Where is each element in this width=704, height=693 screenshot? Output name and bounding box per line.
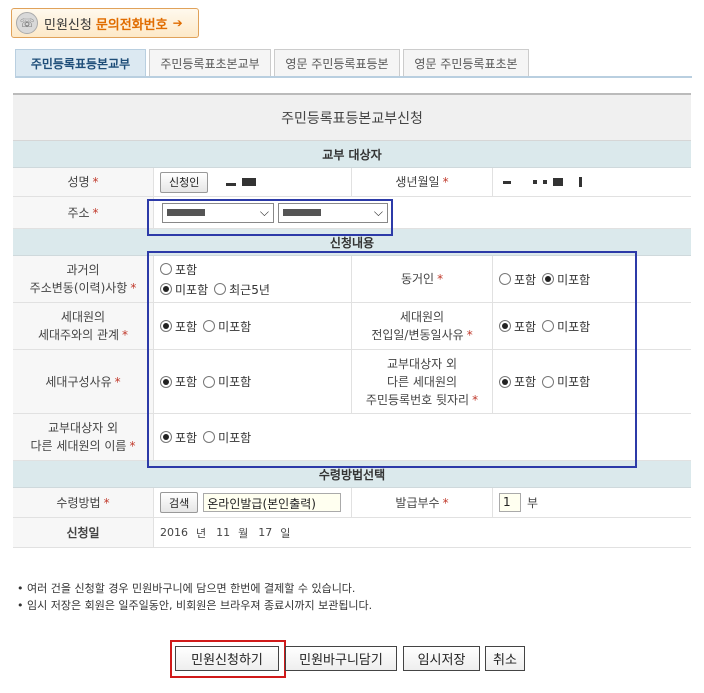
composition-label: 세대구성사유 *: [13, 350, 154, 413]
date-value: 2016 년 11 월 17 일: [160, 526, 291, 540]
notice-item: • 여러 건을 신청할 경우 민원바구니에 담으면 한번에 결제할 수 있습니다…: [17, 582, 356, 595]
tab-resident-abstract[interactable]: 주민등록표초본교부: [149, 49, 271, 76]
notice-item: • 임시 저장은 회원은 일주일동안, 비회원은 브라우져 종료시까지 보관됩니…: [17, 599, 373, 612]
name-masked: [226, 175, 262, 189]
method-value: 검색 온라인발급(본인출력): [154, 488, 352, 517]
tab-bar: 주민등록표등본교부 주민등록표초본교부 영문 주민등록표등본 영문 주민등록표초…: [15, 49, 532, 77]
section-target: 교부 대상자: [13, 141, 691, 168]
method-field[interactable]: 온라인발급(본인출력): [203, 493, 342, 512]
address-label: 주소 *: [13, 197, 154, 228]
copies-unit: 부: [527, 496, 539, 510]
cancel-button[interactable]: 취소: [485, 646, 525, 671]
date-row: 신청일 2016 년 11 월 17 일: [13, 518, 691, 548]
date-label: 신청일: [13, 518, 154, 547]
notice-list: • 여러 건을 신청할 경우 민원바구니에 담으면 한번에 결제할 수 있습니다…: [17, 580, 372, 614]
name-birth-row: 성명 * 신청인 생년월일 *: [13, 168, 691, 197]
copies-value: 1 부: [493, 488, 691, 517]
applicant-button[interactable]: 신청인: [160, 171, 209, 193]
headset-icon: ☏: [16, 12, 38, 34]
temp-save-button[interactable]: 임시저장: [403, 646, 480, 671]
copies-field[interactable]: 1: [499, 493, 521, 512]
name-value: 신청인: [154, 168, 352, 196]
inquiry-phone-link[interactable]: 문의전화번호: [96, 14, 168, 33]
address-highlight-box: [147, 199, 393, 236]
name-label: 성명 *: [13, 168, 154, 196]
add-basket-button[interactable]: 민원바구니담기: [285, 646, 397, 671]
history-label: 과거의 주소변동(이력)사항 *: [13, 256, 154, 302]
form-title: 주민등록표등본교부신청: [13, 95, 691, 141]
relation-label: 세대원의 세대주와의 관계 *: [13, 303, 154, 349]
othername-label: 교부대상자 외 다른 세대원의 이름 *: [13, 414, 154, 460]
method-row: 수령방법 * 검색 온라인발급(본인출력) 발급부수 * 1 부: [13, 488, 691, 518]
birth-label: 생년월일 *: [352, 168, 493, 196]
method-label: 수령방법 *: [13, 488, 154, 517]
copies-label: 발급부수 *: [352, 488, 493, 517]
tab-english-copy[interactable]: 영문 주민등록표등본: [274, 49, 400, 76]
birth-value: [493, 168, 691, 196]
arrow-right-icon: ➔: [172, 16, 183, 30]
tab-underline: [15, 76, 692, 78]
search-button[interactable]: 검색: [160, 492, 199, 513]
apply-button[interactable]: 민원신청하기: [175, 646, 279, 671]
tab-resident-copy[interactable]: 주민등록표등본교부: [15, 49, 146, 76]
content-highlight-box: [147, 251, 637, 468]
inquiry-phone-button[interactable]: ☏ 민원신청 문의전화번호 ➔: [11, 8, 199, 38]
tab-english-abstract[interactable]: 영문 주민등록표초본: [403, 49, 529, 76]
inquiry-label: 민원신청: [44, 17, 92, 33]
